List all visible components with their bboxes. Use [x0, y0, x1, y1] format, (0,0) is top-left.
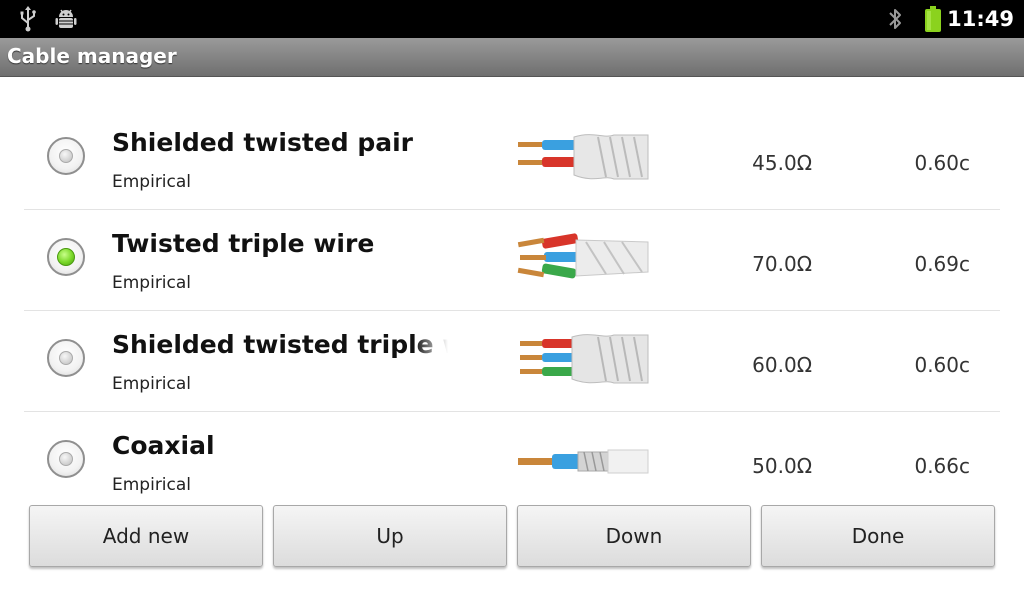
- cable-row-shielded-twisted-pair[interactable]: Shielded twisted pair Empirical 45.0Ω 0.…: [24, 109, 1000, 210]
- title-bar: Cable manager: [0, 38, 1024, 77]
- up-button[interactable]: Up: [273, 505, 507, 567]
- cable-list[interactable]: Shielded twisted pair Empirical 45.0Ω 0.…: [24, 109, 1000, 502]
- impedance-value: 60.0Ω: [752, 353, 812, 377]
- velocity-value: 0.69c: [914, 252, 970, 276]
- cable-name: Shielded twisted pair: [112, 128, 414, 157]
- cable-row-shielded-twisted-triple-wire[interactable]: Shielded twisted triple wi Empirical 60.…: [24, 311, 1000, 412]
- cable-name: Shielded twisted triple wi: [112, 330, 448, 359]
- cable-name: Twisted triple wire: [112, 229, 375, 258]
- add-new-button[interactable]: Add new: [29, 505, 263, 567]
- down-button[interactable]: Down: [517, 505, 751, 567]
- cable-source: Empirical: [112, 475, 192, 495]
- cable-name: Coaxial: [112, 431, 215, 460]
- impedance-value: 50.0Ω: [752, 454, 812, 478]
- velocity-value: 0.66c: [914, 454, 970, 478]
- shielded-twisted-triple-cable-icon: [520, 334, 649, 384]
- bluetooth-icon: [884, 0, 906, 38]
- cable-row-twisted-triple-wire[interactable]: Twisted triple wire Empirical 70.0Ω 0.69…: [24, 210, 1000, 311]
- shielded-twisted-pair-cable-icon: [518, 134, 649, 180]
- cable-row-coaxial[interactable]: Coaxial Empirical 50.0Ω 0.66c: [24, 412, 1000, 502]
- cable-source: Empirical: [112, 374, 192, 394]
- status-time: 11:49: [947, 7, 1014, 31]
- radio-button[interactable]: [47, 440, 85, 478]
- impedance-value: 45.0Ω: [752, 151, 812, 175]
- cable-source: Empirical: [112, 172, 192, 192]
- radio-button[interactable]: [47, 339, 85, 377]
- status-bar: 11:49: [0, 0, 1024, 38]
- android-debug-icon: [52, 0, 80, 38]
- twisted-triple-wire-cable-icon: [517, 233, 649, 279]
- battery-icon: [920, 0, 946, 38]
- page-title: Cable manager: [7, 44, 177, 68]
- radio-button-selected[interactable]: [47, 238, 85, 276]
- radio-button[interactable]: [47, 137, 85, 175]
- cable-source: Empirical: [112, 273, 192, 293]
- usb-icon: [14, 0, 42, 38]
- velocity-value: 0.60c: [914, 151, 970, 175]
- done-button[interactable]: Done: [761, 505, 995, 567]
- velocity-value: 0.60c: [914, 353, 970, 377]
- coaxial-cable-icon: [518, 449, 649, 474]
- impedance-value: 70.0Ω: [752, 252, 812, 276]
